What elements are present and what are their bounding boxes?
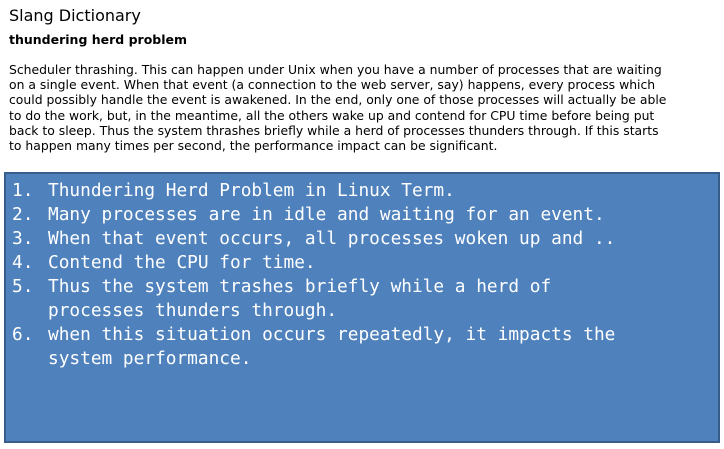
note-line: Contend the CPU for time. (48, 252, 316, 273)
note-number: 2. (12, 204, 34, 225)
note-number: 6. (12, 324, 34, 345)
note-text: Thus the system trashes briefly while a … (48, 275, 551, 323)
note-text: Many processes are in idle and waiting f… (48, 203, 605, 227)
definition-line: Scheduler thrashing. This can happen und… (9, 62, 662, 77)
note-line: When that event occurs, all processes wo… (48, 228, 616, 249)
note-number: 3. (12, 228, 34, 249)
note-number: 4. (12, 252, 34, 273)
notes-list: 1. Thundering Herd Problem in Linux Term… (12, 179, 615, 371)
note-line: Thus the system trashes briefly while a … (48, 276, 552, 297)
note-number: 1. (12, 180, 34, 201)
entry-term: thundering herd problem (9, 32, 188, 47)
note-item: 5. Thus the system trashes briefly while… (12, 275, 615, 323)
note-line: Thundering Herd Problem in Linux Term. (48, 180, 455, 201)
definition-line: could possibly handle the event is awake… (9, 92, 667, 108)
note-line: Many processes are in idle and waiting f… (48, 204, 605, 225)
note-line: when this situation occurs repeatedly, i… (48, 324, 616, 345)
notes-panel: 1. Thundering Herd Problem in Linux Term… (4, 172, 720, 443)
note-item: 4. Contend the CPU for time. (12, 251, 615, 275)
definition-line: on a single event. When that event (a co… (9, 77, 656, 93)
note-item: 1. Thundering Herd Problem in Linux Term… (12, 179, 615, 203)
definition-line: to happen many times per second, the per… (9, 138, 498, 154)
note-line: processes thunders through. (48, 300, 338, 321)
definition-line: to do the work, but, in the meantime, al… (9, 107, 655, 123)
note-text: Thundering Herd Problem in Linux Term. (48, 179, 455, 203)
note-item: 3. When that event occurs, all processes… (12, 227, 615, 251)
entry-definition: Scheduler thrashing. This can happen und… (9, 62, 716, 153)
note-line: system performance. (48, 348, 252, 369)
definition-line: back to sleep. Thus the system thrashes … (9, 122, 659, 138)
note-item: 6. when this situation occurs repeatedly… (12, 323, 615, 371)
note-text: when this situation occurs repeatedly, i… (48, 323, 615, 371)
site-title: Slang Dictionary (9, 6, 141, 25)
note-text: Contend the CPU for time. (48, 251, 316, 275)
note-number: 5. (12, 276, 34, 297)
note-item: 2. Many processes are in idle and waitin… (12, 203, 615, 227)
note-text: When that event occurs, all processes wo… (48, 227, 615, 251)
